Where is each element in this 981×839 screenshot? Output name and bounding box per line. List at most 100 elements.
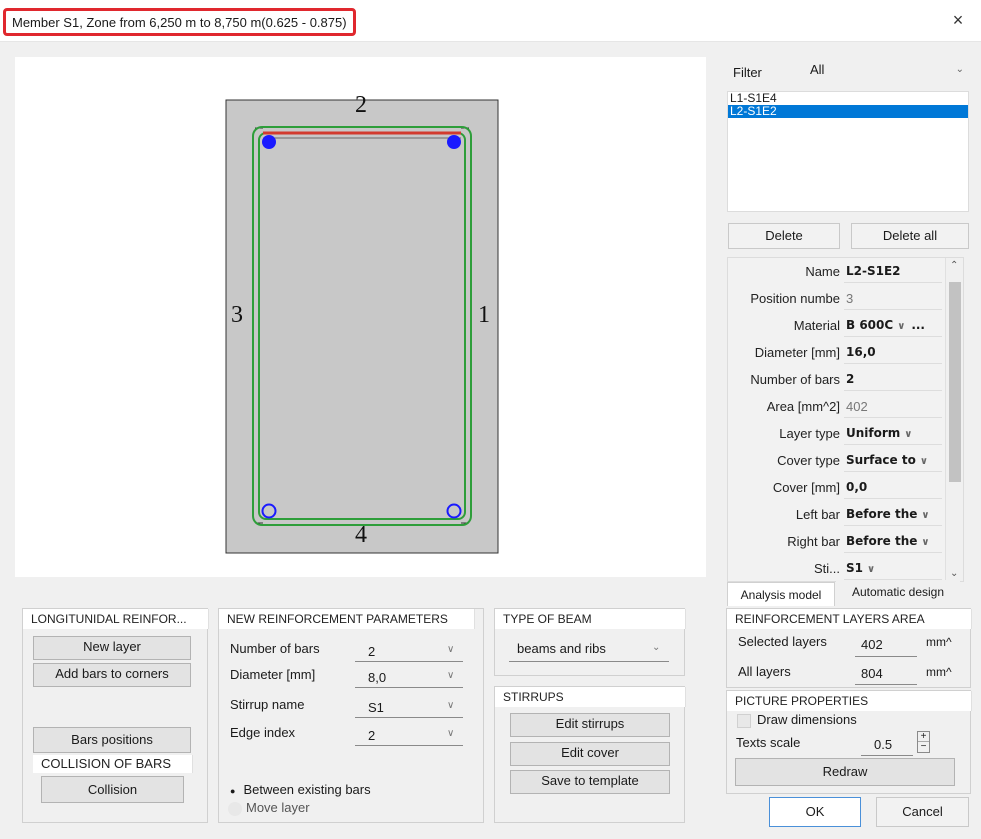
- chevron-down-icon[interactable]: ∨: [447, 670, 454, 681]
- all-layers-label: All layers: [738, 664, 791, 679]
- filter-label: Filter: [733, 65, 762, 80]
- section-drawing-area[interactable]: 2 3 1 4: [15, 57, 706, 577]
- minus-icon[interactable]: −: [918, 742, 929, 752]
- param-underline: [355, 717, 463, 718]
- property-row[interactable]: Cover [mm] 0,0: [728, 474, 946, 501]
- chevron-down-icon[interactable]: ⌄: [652, 642, 660, 653]
- selected-layers-value: 402: [861, 637, 883, 652]
- chevron-down-icon[interactable]: ∨: [904, 429, 912, 440]
- scroll-up-icon[interactable]: ⌃: [950, 260, 958, 271]
- filter-value: All: [810, 62, 825, 77]
- property-row[interactable]: Name L2-S1E2: [728, 258, 946, 285]
- property-row[interactable]: Right bar Before the ∨: [728, 528, 946, 555]
- group-header: LONGITUNIDAL REINFOR...: [23, 609, 209, 629]
- close-icon[interactable]: ×: [947, 9, 969, 31]
- property-value[interactable]: Uniform ∨: [846, 426, 912, 440]
- texts-scale-value[interactable]: 0.5: [874, 737, 892, 752]
- selected-layers-label: Selected layers: [738, 634, 827, 649]
- group-header: PICTURE PROPERTIES: [727, 691, 972, 711]
- param-label: Number of bars: [230, 641, 320, 656]
- property-row[interactable]: Layer type Uniform ∨: [728, 420, 946, 447]
- property-row[interactable]: Number of bars 2: [728, 366, 946, 393]
- redraw-button[interactable]: Redraw: [735, 758, 955, 786]
- group-header: STIRRUPS: [495, 687, 686, 707]
- property-value[interactable]: S1 ∨: [846, 561, 875, 575]
- chevron-down-icon[interactable]: ∨: [897, 321, 905, 332]
- beam-type-select[interactable]: beams and ribs: [517, 641, 606, 656]
- property-value[interactable]: 2: [846, 372, 854, 386]
- cancel-button[interactable]: Cancel: [876, 797, 969, 827]
- delete-button[interactable]: Delete: [728, 223, 840, 249]
- param-value-select[interactable]: 2: [368, 728, 375, 743]
- chevron-down-icon[interactable]: ∨: [921, 510, 929, 521]
- window-title: Member S1, Zone from 6,250 m to 8,750 m(…: [3, 8, 356, 36]
- chevron-down-icon[interactable]: ∨: [921, 537, 929, 548]
- property-value[interactable]: 16,0: [846, 345, 876, 359]
- scroll-thumb[interactable]: [949, 282, 961, 482]
- property-row[interactable]: Diameter [mm] 16,0: [728, 339, 946, 366]
- property-value[interactable]: 3: [846, 291, 853, 306]
- property-divider: [844, 498, 942, 499]
- collision-button[interactable]: Collision: [41, 776, 184, 803]
- group-header: TYPE OF BEAM: [495, 609, 686, 629]
- param-value-select[interactable]: 8,0: [368, 670, 386, 685]
- layer-list[interactable]: L1-S1E4 L2-S1E2: [727, 91, 969, 212]
- bar-top-right: [447, 135, 461, 149]
- property-row[interactable]: Area [mm^2] 402: [728, 393, 946, 420]
- property-scrollbar[interactable]: ⌃ ⌄: [945, 258, 963, 581]
- draw-dimensions-checkbox[interactable]: Draw dimensions: [737, 712, 857, 728]
- list-item-selected[interactable]: L2-S1E2: [728, 105, 968, 118]
- radio-move-label: Move layer: [246, 800, 310, 815]
- bars-positions-button[interactable]: Bars positions: [33, 727, 191, 753]
- property-row[interactable]: Material B 600C ∨...: [728, 312, 946, 339]
- property-value-text: S1: [846, 561, 863, 575]
- chevron-down-icon[interactable]: ∨: [447, 644, 454, 655]
- radio-between-existing[interactable]: ● Between existing bars: [230, 782, 371, 797]
- edge-label-left: 3: [231, 302, 243, 328]
- texts-scale-label: Texts scale: [736, 735, 801, 750]
- edit-cover-button[interactable]: Edit cover: [510, 742, 670, 766]
- property-divider: [844, 363, 942, 364]
- bar-top-left: [262, 135, 276, 149]
- property-row[interactable]: Position numbe 3: [728, 285, 946, 312]
- property-divider: [844, 390, 942, 391]
- property-value[interactable]: 0,0: [846, 480, 867, 494]
- property-name: Material: [793, 318, 840, 333]
- property-value[interactable]: Before the ∨: [846, 507, 930, 521]
- tab-automatic-design[interactable]: Automatic design: [836, 580, 960, 604]
- property-name: Cover [mm]: [772, 480, 840, 495]
- all-value-underline: [855, 684, 917, 685]
- property-row[interactable]: Cover type Surface to ∨: [728, 447, 946, 474]
- add-bars-to-corners-button[interactable]: Add bars to corners: [33, 663, 191, 687]
- property-divider: [844, 282, 942, 283]
- property-value[interactable]: Before the ∨: [846, 534, 930, 548]
- chevron-down-icon[interactable]: ∨: [920, 456, 928, 467]
- delete-all-button[interactable]: Delete all: [851, 223, 969, 249]
- property-grid[interactable]: Name L2-S1E2 Position numbe 3 Material B 600C…: [727, 257, 964, 582]
- param-value-select[interactable]: S1: [368, 700, 384, 715]
- param-value-select[interactable]: 2: [368, 644, 375, 659]
- chevron-down-icon[interactable]: ∨: [447, 728, 454, 739]
- ok-button[interactable]: OK: [769, 797, 861, 827]
- property-value[interactable]: B 600C ∨...: [846, 318, 925, 332]
- collision-of-bars-header: COLLISION OF BARS: [33, 755, 193, 773]
- scroll-down-icon[interactable]: ⌄: [950, 568, 958, 579]
- property-value[interactable]: Surface to ∨: [846, 453, 928, 467]
- property-row[interactable]: Sti... S1 ∨: [728, 555, 946, 581]
- filter-select[interactable]: All ⌄: [800, 60, 970, 82]
- more-options-button[interactable]: ...: [911, 318, 925, 332]
- property-value[interactable]: 402: [846, 399, 868, 414]
- chevron-down-icon[interactable]: ∨: [447, 700, 454, 711]
- save-to-template-button[interactable]: Save to template: [510, 770, 670, 794]
- property-value-text: 16,0: [846, 345, 876, 359]
- property-value[interactable]: L2-S1E2: [846, 264, 901, 278]
- tab-analysis-model[interactable]: Analysis model: [727, 582, 835, 606]
- property-name: Sti...: [813, 561, 840, 576]
- new-layer-button[interactable]: New layer: [33, 636, 191, 660]
- texts-scale-spinner[interactable]: + −: [917, 731, 930, 753]
- group-header: REINFORCEMENT LAYERS AREA: [727, 609, 972, 629]
- chevron-down-icon[interactable]: ∨: [867, 564, 875, 575]
- edit-stirrups-button[interactable]: Edit stirrups: [510, 713, 670, 737]
- radio-move-layer[interactable]: Move layer: [228, 800, 310, 816]
- property-row[interactable]: Left bar Before the ∨: [728, 501, 946, 528]
